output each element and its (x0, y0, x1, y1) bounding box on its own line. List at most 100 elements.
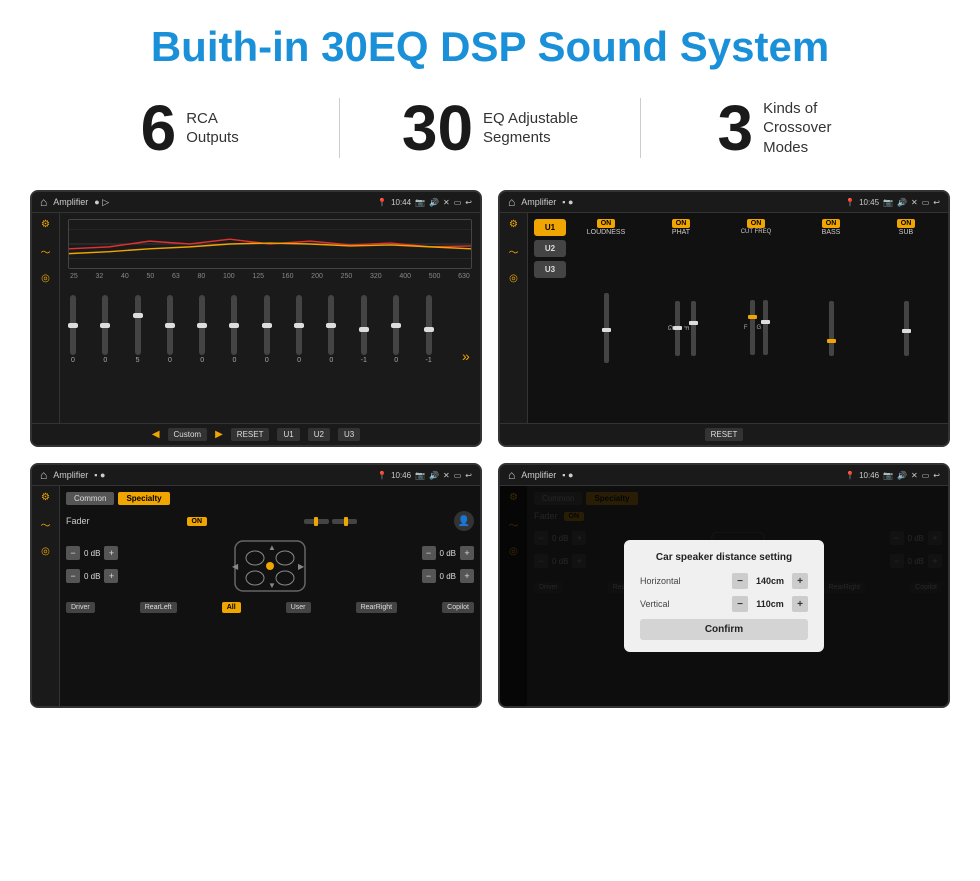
vol-minus-rl[interactable]: − (66, 569, 80, 583)
ch-on-loudness[interactable]: ON (597, 219, 616, 228)
dialog-horizontal-minus[interactable]: − (732, 573, 748, 589)
amp-channel-sub: ON SUB (870, 219, 942, 417)
back-icon-3[interactable]: ↩ (465, 471, 472, 480)
ch-track-loudness[interactable] (604, 293, 609, 363)
eq-track-5[interactable] (231, 295, 237, 355)
btn-copilot[interactable]: Copilot (442, 602, 474, 613)
fader-user-icon[interactable]: 👤 (454, 511, 474, 531)
ch-track-phat-f[interactable] (691, 301, 696, 356)
eq-track-8[interactable] (328, 295, 334, 355)
amp-filter-icon[interactable]: ⚙ (509, 219, 518, 230)
ch-on-cutfreq[interactable]: ON (747, 219, 766, 228)
home-icon-2[interactable]: ⌂ (508, 195, 515, 209)
eq-slider-0: 0 (70, 295, 76, 364)
amp-preset-u2[interactable]: U2 (534, 240, 566, 257)
vol-minus-fr[interactable]: − (422, 546, 436, 560)
vol-plus-fr[interactable]: + (460, 546, 474, 560)
stats-row: 6 RCAOutputs 30 EQ AdjustableSegments 3 … (0, 86, 980, 180)
vol-icon-1: 🔊 (429, 198, 439, 207)
eq-track-3[interactable] (167, 295, 173, 355)
vol-plus-rr[interactable]: + (460, 569, 474, 583)
vol-plus-fl[interactable]: + (104, 546, 118, 560)
eq-custom-btn[interactable]: Custom (168, 428, 208, 441)
fader-track-2[interactable] (332, 519, 357, 524)
ch-header-bass: ON BASS (822, 219, 841, 236)
btn-rearleft[interactable]: RearLeft (140, 602, 177, 613)
fader-wave-icon[interactable]: 〜 (41, 517, 51, 532)
close-icon-4[interactable]: ✕ (911, 471, 918, 480)
eq-track-2[interactable] (135, 295, 141, 355)
back-icon-4[interactable]: ↩ (933, 471, 940, 480)
eq-u3-btn[interactable]: U3 (338, 428, 360, 441)
ch-track-cutfreq-g[interactable] (763, 300, 768, 355)
rect-icon-1: ▭ (454, 198, 462, 207)
eq-track-11[interactable] (426, 295, 432, 355)
dialog-vertical-plus[interactable]: + (792, 596, 808, 612)
eq-track-1[interactable] (102, 295, 108, 355)
vol-minus-rr[interactable]: − (422, 569, 436, 583)
btn-rearright[interactable]: RearRight (356, 602, 398, 613)
eq-track-6[interactable] (264, 295, 270, 355)
status-right-4: 📍 10:46 📷 🔊 ✕ ▭ ↩ (845, 471, 940, 480)
home-icon-3[interactable]: ⌂ (40, 468, 47, 482)
fader-sidebar: ⚙ 〜 ◎ (32, 486, 60, 706)
dialog-horizontal-plus[interactable]: + (792, 573, 808, 589)
fader-on-toggle[interactable]: ON (187, 517, 208, 526)
ch-on-sub[interactable]: ON (897, 219, 916, 228)
eq-bottom-bar: ◀ Custom ▶ RESET U1 U2 U3 (32, 423, 480, 445)
vol-plus-rl[interactable]: + (104, 569, 118, 583)
dialog-confirm-button[interactable]: Confirm (640, 619, 808, 640)
home-icon-1[interactable]: ⌂ (40, 195, 47, 209)
eq-track-0[interactable] (70, 295, 76, 355)
status-left-4: ⌂ Amplifier ▪ ● (508, 468, 573, 482)
eq-track-10[interactable] (393, 295, 399, 355)
amp-reset-btn[interactable]: RESET (705, 428, 744, 441)
back-icon-1[interactable]: ↩ (465, 198, 472, 207)
fader-speaker-icon[interactable]: ◎ (41, 546, 50, 557)
btn-all[interactable]: All (222, 602, 241, 613)
tab-specialty[interactable]: Specialty (118, 492, 169, 505)
amp-speaker-icon[interactable]: ◎ (509, 273, 518, 284)
eq-u2-btn[interactable]: U2 (308, 428, 330, 441)
main-title: Buith-in 30EQ DSP Sound System (0, 0, 980, 86)
eq-u1-btn[interactable]: U1 (277, 428, 299, 441)
time-1: 10:44 (391, 198, 411, 207)
home-icon-4[interactable]: ⌂ (508, 468, 515, 482)
ch-on-phat[interactable]: ON (672, 219, 691, 228)
eq-slider-10: 0 (393, 295, 399, 364)
vol-minus-fl[interactable]: − (66, 546, 80, 560)
tab-common[interactable]: Common (66, 492, 114, 505)
eq-wave-icon[interactable]: 〜 (41, 244, 51, 259)
eq-next-icon[interactable]: ▶ (215, 429, 223, 440)
eq-expand-icon[interactable]: » (462, 348, 470, 364)
eq-prev-icon[interactable]: ◀ (152, 429, 160, 440)
dialog-vertical-minus[interactable]: − (732, 596, 748, 612)
fader-track-1[interactable] (304, 519, 329, 524)
close-icon-3[interactable]: ✕ (443, 471, 450, 480)
amp-preset-u1[interactable]: U1 (534, 219, 566, 236)
back-icon-2[interactable]: ↩ (933, 198, 940, 207)
amp-sidebar: ⚙ 〜 ◎ (500, 213, 528, 423)
eq-graph (68, 219, 472, 269)
ch-on-bass[interactable]: ON (822, 219, 841, 228)
eq-speaker-icon[interactable]: ◎ (41, 273, 50, 284)
eq-filter-icon[interactable]: ⚙ (41, 219, 50, 230)
btn-driver[interactable]: Driver (66, 602, 95, 613)
ch-track-cutfreq-f[interactable] (750, 300, 755, 355)
eq-track-7[interactable] (296, 295, 302, 355)
amp-wave-icon[interactable]: 〜 (509, 244, 519, 259)
eq-reset-btn[interactable]: RESET (231, 428, 270, 441)
btn-user[interactable]: User (286, 602, 311, 613)
stat-crossover-number: 3 (718, 96, 754, 160)
ch-track-sub[interactable] (904, 301, 909, 356)
close-icon-1[interactable]: ✕ (443, 198, 450, 207)
status-bar-2: ⌂ Amplifier ▪ ● 📍 10:45 📷 🔊 ✕ ▭ ↩ (500, 192, 948, 213)
eq-track-4[interactable] (199, 295, 205, 355)
close-icon-2[interactable]: ✕ (911, 198, 918, 207)
ch-track-bass[interactable] (829, 301, 834, 356)
ch-slider-bass (829, 239, 834, 417)
ch-track-phat-g[interactable] (675, 301, 680, 356)
fader-filter-icon[interactable]: ⚙ (41, 492, 50, 503)
eq-track-9[interactable] (361, 295, 367, 355)
amp-preset-u3[interactable]: U3 (534, 261, 566, 278)
